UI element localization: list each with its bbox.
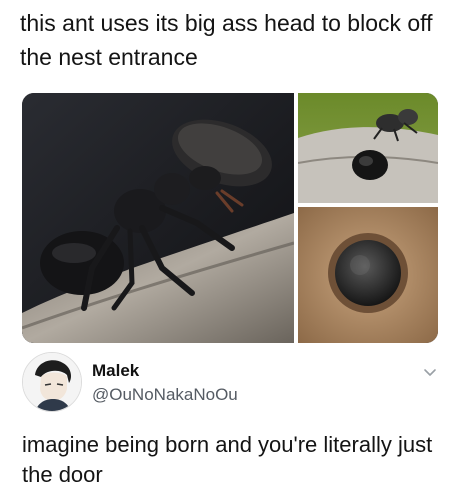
display-name[interactable]: Malek bbox=[92, 361, 139, 381]
chevron-down-icon[interactable] bbox=[422, 364, 438, 380]
user-handle[interactable]: @OuNoNakaNoOu bbox=[92, 385, 238, 405]
main-ant-photo bbox=[22, 93, 295, 343]
nest-entrance-photo bbox=[298, 207, 438, 343]
ant-on-branch-photo bbox=[297, 93, 438, 203]
avatar[interactable] bbox=[22, 352, 82, 412]
tweet-text: imagine being born and you're literally … bbox=[22, 432, 433, 487]
meme-caption: this ant uses its big ass head to block … bbox=[20, 10, 433, 70]
ant-photo-collage bbox=[22, 93, 438, 343]
tweet-header: Malek @OuNoNakaNoOu bbox=[22, 352, 438, 416]
